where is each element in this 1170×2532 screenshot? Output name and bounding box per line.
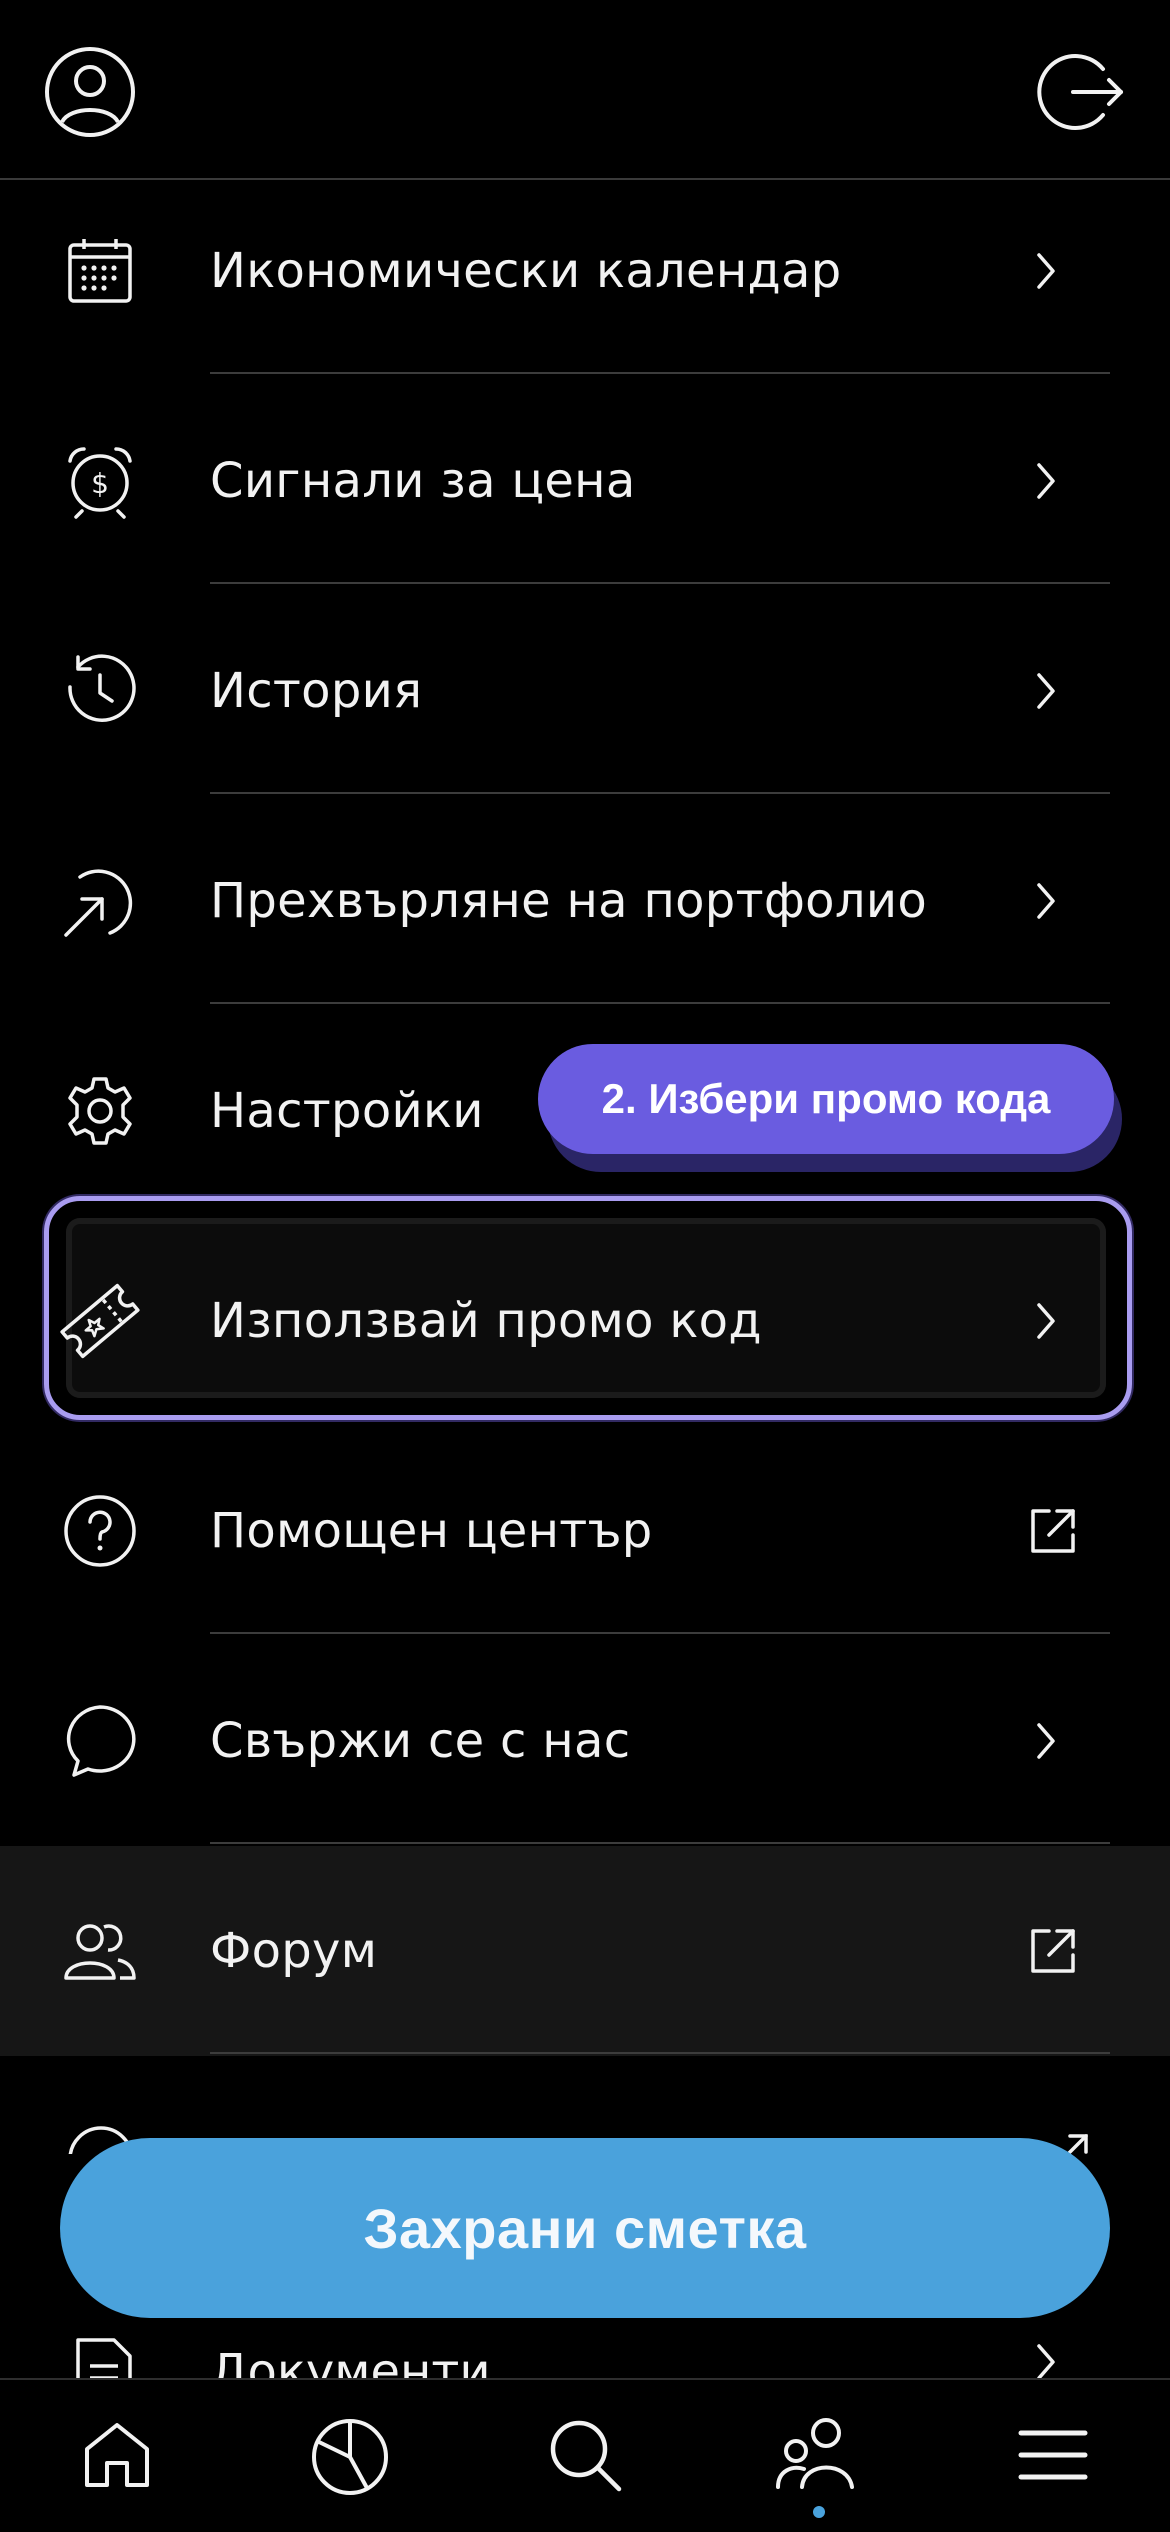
divider [210,792,1110,794]
tab-menu[interactable] [998,2400,1108,2510]
menu-item-help-center[interactable]: Помощен център [0,1426,1170,1636]
menu-item-label: Документи [210,2344,491,2378]
portfolio-pie-icon [312,2419,388,2495]
search-icon [550,2420,622,2492]
tab-community[interactable] [762,2400,872,2510]
menu-item-promo-code[interactable]: Използвай промо код [0,1216,1170,1426]
external-link-icon [1018,1496,1088,1566]
bottom-tab-bar [0,2378,1170,2532]
menu-item-documents[interactable]: Документи [0,2330,1170,2378]
calendar-icon [58,229,142,313]
divider [210,582,1110,584]
menu-item-label: Икономически календар [210,243,842,299]
logout-icon [1037,54,1123,130]
menu-item-label: Използвай промо код [210,1293,762,1349]
divider [210,1002,1110,1004]
menu-item-contact-us[interactable]: Свържи се с нас [0,1636,1170,1846]
menu-item-economic-calendar[interactable]: Икономически календар [0,166,1170,376]
chevron-right-icon [1015,1711,1075,1771]
active-tab-indicator [813,2506,825,2518]
transfer-arrow-icon [58,859,142,943]
menu-item-label: Прехвърляне на портфолио [210,873,927,929]
help-question-icon [58,1489,142,1573]
divider [210,1842,1110,1844]
chevron-right-icon [1015,871,1075,931]
tab-home[interactable] [62,2400,172,2510]
profile-button[interactable] [42,44,138,140]
logout-button[interactable] [1034,44,1130,140]
menu-item-label: История [210,663,423,719]
tab-search[interactable] [530,2400,640,2510]
menu-item-label: Настройки [210,1083,484,1139]
user-profile-icon [45,47,135,137]
menu-item-forum[interactable]: Форум [0,1846,1170,2056]
forum-users-icon [58,1909,142,1993]
settings-gear-icon [58,1069,142,1153]
chevron-right-icon [1015,661,1075,721]
chevron-right-icon [1015,241,1075,301]
menu-item-label: Помощен център [210,1503,653,1559]
top-bar [0,0,1170,180]
chevron-right-icon [1025,2340,1065,2378]
menu-item-label: Сигнали за цена [210,453,636,509]
history-icon [58,649,142,733]
divider [210,2052,1110,2054]
document-icon [74,2336,134,2378]
chevron-right-icon [1015,451,1075,511]
community-icon [776,2418,854,2489]
menu-item-portfolio-transfer[interactable]: Прехвърляне на портфолио [0,796,1170,1006]
menu-icon [1018,2430,1088,2480]
fund-account-button[interactable]: Захрани сметка [60,2138,1110,2318]
menu-item-price-alerts[interactable]: $ Сигнали за цена [0,376,1170,586]
menu-screen: Икономически календар $ Сигнали за цена [0,0,1170,2532]
menu-item-label: Форум [210,1923,378,1979]
svg-text:$: $ [91,467,109,500]
external-link-icon [1018,1916,1088,1986]
divider [210,372,1110,374]
chevron-right-icon [1015,1291,1075,1351]
tab-portfolio[interactable] [295,2400,405,2510]
menu-item-label: Свържи се с нас [210,1713,631,1769]
home-icon [85,2423,149,2487]
chat-bubble-icon [58,1699,142,1783]
ticket-icon [58,1279,142,1363]
menu-item-history[interactable]: История [0,586,1170,796]
price-alert-clock-icon: $ [58,439,142,523]
divider [210,1632,1110,1634]
tutorial-callout: 2. Избери промо кода [538,1044,1114,1154]
